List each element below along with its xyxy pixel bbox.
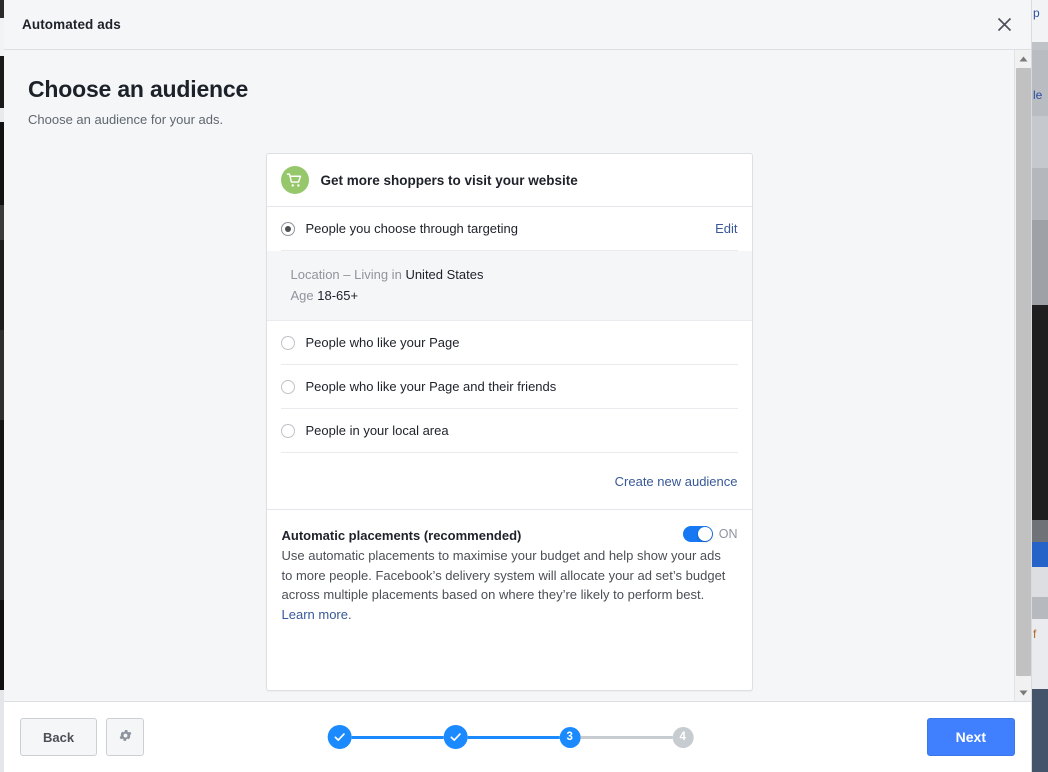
option-targeting[interactable]: People you choose through targeting Edit	[281, 207, 738, 251]
radio-targeting[interactable]	[281, 222, 295, 236]
dialog-title: Automated ads	[22, 17, 121, 32]
caret-down-icon[interactable]	[1015, 684, 1031, 701]
automatic-placements-toggle[interactable]	[683, 526, 713, 542]
option-page-likers-friends[interactable]: People who like your Page and their frie…	[281, 365, 738, 409]
dialog-body: Choose an audience Choose an audience fo…	[4, 50, 1031, 701]
wizard-stepper: 3 4	[327, 725, 693, 749]
placements-section: Automatic placements (recommended) ON Us…	[267, 510, 752, 690]
option-label: People who like your Page	[306, 335, 738, 350]
audience-options-rest: People who like your Page People who lik…	[267, 321, 752, 509]
radio-local-area[interactable]	[281, 424, 295, 438]
step-connector-1	[351, 736, 443, 739]
radio-page-likers-friends[interactable]	[281, 380, 295, 394]
automated-ads-dialog: Automated ads Choose an audience Choose …	[4, 0, 1032, 772]
card-header: Get more shoppers to visit your website	[267, 154, 752, 207]
summary-location-key: Location – Living in	[291, 267, 402, 282]
scrollbar-thumb[interactable]	[1016, 68, 1031, 676]
summary-location: Location – Living in United States	[291, 264, 738, 285]
shopping-cart-icon	[281, 166, 309, 194]
edit-targeting-link[interactable]: Edit	[715, 221, 737, 236]
next-button[interactable]: Next	[927, 718, 1015, 756]
bg-text-le: le	[1032, 86, 1048, 104]
placements-description: Use automatic placements to maximise you…	[282, 546, 730, 624]
vertical-scrollbar[interactable]	[1014, 50, 1031, 701]
step-1-complete[interactable]	[327, 725, 351, 749]
settings-button[interactable]	[106, 718, 144, 756]
option-page-likers[interactable]: People who like your Page	[281, 321, 738, 365]
bg-seg-2	[1032, 42, 1048, 50]
create-new-audience-link[interactable]: Create new audience	[615, 474, 738, 489]
bg-seg-6	[1032, 220, 1048, 305]
option-label: People in your local area	[306, 423, 738, 438]
create-audience-row: Create new audience	[281, 453, 738, 509]
placements-toggle-group: ON	[683, 526, 738, 542]
bg-text-f: f	[1032, 625, 1048, 643]
page-title: Choose an audience	[28, 76, 1014, 103]
placements-description-tail: .	[348, 607, 352, 622]
bg-seg-10	[1032, 567, 1048, 597]
bg-seg-5	[1032, 168, 1048, 220]
bg-text-p: p	[1032, 4, 1048, 22]
summary-location-value: United States	[405, 267, 483, 282]
background-right-edge: p le f	[1032, 0, 1048, 772]
card-title: Get more shoppers to visit your website	[321, 173, 578, 188]
summary-age-value: 18-65+	[317, 288, 358, 303]
step-2-complete[interactable]	[443, 725, 467, 749]
summary-age: Age 18-65+	[291, 285, 738, 306]
close-icon[interactable]	[991, 12, 1017, 38]
bg-seg-4	[1032, 116, 1048, 168]
learn-more-link[interactable]: Learn more	[282, 607, 348, 622]
scroll-content: Choose an audience Choose an audience fo…	[4, 50, 1014, 701]
placements-title: Automatic placements (recommended)	[282, 528, 522, 543]
gear-icon	[118, 728, 133, 746]
dialog-header: Automated ads	[4, 0, 1031, 50]
bg-seg-13	[1032, 689, 1048, 772]
toggle-state-label: ON	[719, 527, 738, 541]
step-3-current[interactable]: 3	[559, 727, 580, 748]
option-label: People who like your Page and their frie…	[306, 379, 738, 394]
step-connector-3	[580, 736, 672, 739]
bg-seg-11	[1032, 597, 1048, 619]
bg-seg-7	[1032, 305, 1048, 520]
radio-page-likers[interactable]	[281, 336, 295, 350]
bg-seg-8	[1032, 520, 1048, 542]
summary-age-key: Age	[291, 288, 314, 303]
caret-up-icon[interactable]	[1015, 50, 1031, 67]
page-subtitle: Choose an audience for your ads.	[28, 112, 1014, 127]
step-4-pending[interactable]: 4	[672, 727, 693, 748]
dialog-footer: Back 3 4	[4, 701, 1031, 772]
bg-seg-3	[1032, 50, 1048, 116]
audience-card: Get more shoppers to visit your website …	[266, 153, 753, 691]
step-connector-2	[467, 736, 559, 739]
placements-description-text: Use automatic placements to maximise you…	[282, 548, 726, 602]
option-label: People you choose through targeting	[306, 221, 716, 236]
option-local-area[interactable]: People in your local area	[281, 409, 738, 453]
placements-header: Automatic placements (recommended) ON	[282, 528, 738, 543]
audience-options: People you choose through targeting Edit	[267, 207, 752, 251]
back-button[interactable]: Back	[20, 718, 97, 756]
targeting-summary: Location – Living in United States Age 1…	[267, 251, 752, 321]
bg-seg-9	[1032, 542, 1048, 567]
